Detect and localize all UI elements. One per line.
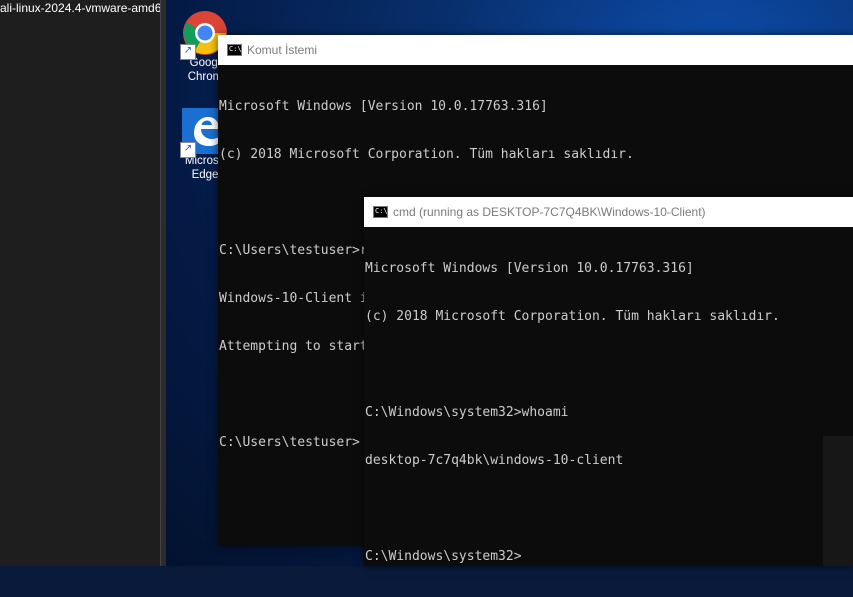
shortcut-arrow-icon: ↗ xyxy=(180,142,196,158)
vm-side-panel: ali-linux-2024.4-vmware-amd6 xyxy=(0,0,160,566)
console-line: Microsoft Windows [Version 10.0.17763.31… xyxy=(365,261,694,276)
console-prompt: C:\Windows\system32> xyxy=(365,549,522,564)
cmd-icon xyxy=(373,206,388,218)
scrollbar[interactable] xyxy=(823,436,853,566)
cmd-runas-window[interactable]: cmd (running as DESKTOP-7C7Q4BK\Windows-… xyxy=(364,197,853,566)
vm-title: ali-linux-2024.4-vmware-amd6 xyxy=(0,1,160,15)
title-bar[interactable]: cmd (running as DESKTOP-7C7Q4BK\Windows-… xyxy=(364,197,853,227)
title-bar[interactable]: Komut İstemi xyxy=(218,35,853,65)
console-line: (c) 2018 Microsoft Corporation. Tüm hakl… xyxy=(219,147,634,162)
window-title: Komut İstemi xyxy=(247,43,318,57)
console-line: (c) 2018 Microsoft Corporation. Tüm hakl… xyxy=(365,309,780,324)
shortcut-arrow-icon: ↗ xyxy=(180,44,196,60)
console-line: desktop-7c7q4bk\windows-10-client xyxy=(365,453,624,468)
cmd-icon xyxy=(227,44,242,56)
console-line: C:\Windows\system32>whoami xyxy=(365,405,569,420)
console-line: Microsoft Windows [Version 10.0.17763.31… xyxy=(219,99,548,114)
console-output[interactable]: Microsoft Windows [Version 10.0.17763.31… xyxy=(364,227,853,597)
window-title: cmd (running as DESKTOP-7C7Q4BK\Windows-… xyxy=(393,205,706,219)
